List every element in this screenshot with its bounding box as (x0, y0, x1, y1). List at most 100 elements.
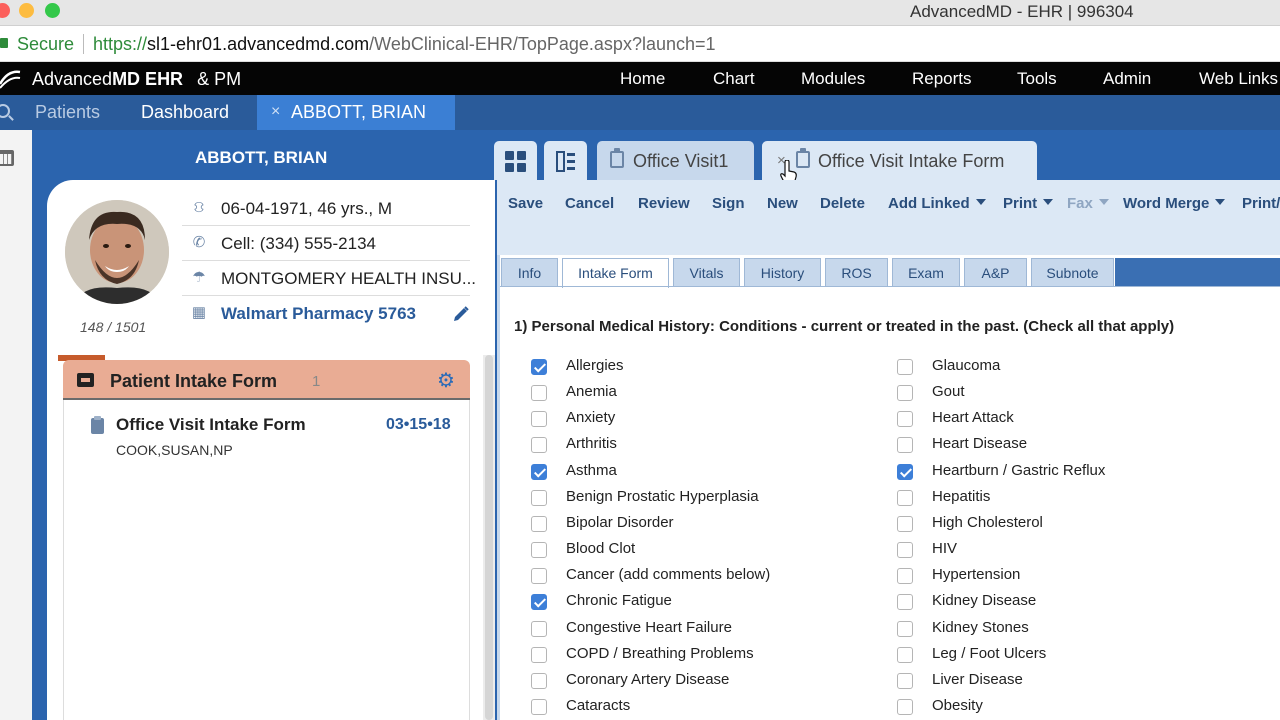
condition-checkbox[interactable] (897, 594, 913, 610)
condition-label[interactable]: Benign Prostatic Hyperplasia (566, 488, 759, 505)
close-tab-icon[interactable]: × (271, 103, 280, 121)
condition-label[interactable]: Anemia (566, 383, 617, 400)
split-view-button[interactable] (544, 141, 587, 180)
intake-item-title[interactable]: Office Visit Intake Form (116, 415, 306, 435)
pharmacy-link[interactable]: Walmart Pharmacy 5763 (221, 304, 416, 324)
condition-label[interactable]: HIV (932, 540, 957, 557)
pharmacy-row[interactable]: ▦ Walmart Pharmacy 5763 (182, 296, 442, 331)
condition-checkbox[interactable] (531, 542, 547, 558)
condition-checkbox[interactable] (897, 359, 913, 375)
nav-modules[interactable]: Modules (801, 69, 865, 89)
add-linked-button[interactable]: Add Linked (888, 195, 986, 212)
condition-checkbox[interactable] (531, 699, 547, 715)
condition-label[interactable]: Glaucoma (932, 357, 1000, 374)
condition-label[interactable]: Hepatitis (932, 488, 990, 505)
nav-chart[interactable]: Chart (713, 69, 755, 89)
tab-ros[interactable]: ROS (825, 258, 888, 287)
doc-tab-office-visit1[interactable]: Office Visit1 (597, 141, 754, 180)
condition-checkbox[interactable] (531, 385, 547, 401)
nav-reports[interactable]: Reports (912, 69, 972, 89)
condition-label[interactable]: Blood Clot (566, 540, 635, 557)
tab-intake-form[interactable]: Intake Form (562, 258, 669, 288)
tab-history[interactable]: History (744, 258, 821, 287)
print-other-button[interactable]: Print/ (1242, 195, 1280, 212)
condition-checkbox[interactable] (531, 359, 547, 375)
tab-vitals[interactable]: Vitals (673, 258, 740, 287)
nav-web-links[interactable]: Web Links (1199, 69, 1278, 89)
cancel-button[interactable]: Cancel (565, 195, 614, 212)
new-button[interactable]: New (767, 195, 798, 212)
condition-checkbox[interactable] (531, 647, 547, 663)
condition-checkbox[interactable] (531, 568, 547, 584)
zoom-window-button[interactable] (45, 3, 60, 18)
condition-label[interactable]: Arthritis (566, 435, 617, 452)
condition-label[interactable]: Congestive Heart Failure (566, 619, 732, 636)
tab-exam[interactable]: Exam (892, 258, 960, 287)
condition-checkbox[interactable] (531, 437, 547, 453)
condition-label[interactable]: Hypertension (932, 566, 1020, 583)
condition-checkbox[interactable] (897, 542, 913, 558)
condition-checkbox[interactable] (531, 621, 547, 637)
condition-checkbox[interactable] (897, 621, 913, 637)
condition-label[interactable]: Allergies (566, 357, 624, 374)
tab-ap[interactable]: A&P (964, 258, 1027, 287)
condition-label[interactable]: Asthma (566, 462, 617, 479)
condition-label[interactable]: Bipolar Disorder (566, 514, 674, 531)
close-window-button[interactable] (0, 3, 10, 18)
condition-label[interactable]: Obesity (932, 697, 983, 714)
condition-checkbox[interactable] (897, 490, 913, 506)
tab-info[interactable]: Info (501, 258, 558, 287)
condition-label[interactable]: Heart Disease (932, 435, 1027, 452)
condition-label[interactable]: Cancer (add comments below) (566, 566, 770, 583)
condition-checkbox[interactable] (531, 464, 547, 480)
condition-label[interactable]: COPD / Breathing Problems (566, 645, 754, 662)
condition-label[interactable]: Coronary Artery Disease (566, 671, 729, 688)
condition-label[interactable]: Liver Disease (932, 671, 1023, 688)
intake-panel-header[interactable]: Patient Intake Form 1 ⚙ (63, 360, 470, 400)
tab-patients[interactable]: Patients (35, 102, 100, 123)
review-button[interactable]: Review (638, 195, 690, 212)
condition-checkbox[interactable] (897, 647, 913, 663)
condition-label[interactable]: Cataracts (566, 697, 630, 714)
url-text[interactable]: https://sl1-ehr01.advancedmd.com/WebClin… (93, 34, 716, 55)
condition-label[interactable]: High Cholesterol (932, 514, 1043, 531)
condition-label[interactable]: Kidney Stones (932, 619, 1029, 636)
condition-checkbox[interactable] (897, 464, 913, 480)
condition-checkbox[interactable] (897, 385, 913, 401)
print-button[interactable]: Print (1003, 195, 1054, 212)
condition-label[interactable]: Chronic Fatigue (566, 592, 672, 609)
condition-checkbox[interactable] (897, 699, 913, 715)
nav-home[interactable]: Home (620, 69, 665, 89)
condition-label[interactable]: Leg / Foot Ulcers (932, 645, 1046, 662)
condition-checkbox[interactable] (531, 594, 547, 610)
condition-checkbox[interactable] (897, 673, 913, 689)
save-button[interactable]: Save (508, 195, 543, 212)
sign-button[interactable]: Sign (712, 195, 745, 212)
condition-checkbox[interactable] (897, 437, 913, 453)
condition-checkbox[interactable] (897, 568, 913, 584)
condition-checkbox[interactable] (897, 411, 913, 427)
tab-active-patient[interactable]: × ABBOTT, BRIAN (257, 95, 455, 130)
calendar-icon[interactable] (0, 150, 14, 166)
condition-checkbox[interactable] (531, 673, 547, 689)
address-bar[interactable]: Secure https://sl1-ehr01.advancedmd.com/… (0, 26, 1280, 62)
tab-dashboard[interactable]: Dashboard (141, 102, 229, 123)
gear-icon[interactable]: ⚙ (437, 371, 455, 391)
condition-checkbox[interactable] (531, 516, 547, 532)
condition-checkbox[interactable] (897, 516, 913, 532)
edit-pencil-icon[interactable] (452, 305, 470, 323)
delete-button[interactable]: Delete (820, 195, 865, 212)
condition-label[interactable]: Heart Attack (932, 409, 1014, 426)
word-merge-button[interactable]: Word Merge (1123, 195, 1226, 212)
condition-checkbox[interactable] (531, 490, 547, 506)
left-panel-scrollbar[interactable] (485, 355, 493, 720)
condition-label[interactable]: Heartburn / Gastric Reflux (932, 462, 1105, 479)
condition-label[interactable]: Gout (932, 383, 965, 400)
grid-view-button[interactable] (494, 141, 537, 180)
search-icon[interactable] (0, 104, 10, 118)
condition-label[interactable]: Anxiety (566, 409, 615, 426)
nav-tools[interactable]: Tools (1017, 69, 1057, 89)
doc-tab-intake-form[interactable]: × Office Visit Intake Form (762, 141, 1037, 180)
minimize-window-button[interactable] (19, 3, 34, 18)
condition-label[interactable]: Kidney Disease (932, 592, 1036, 609)
